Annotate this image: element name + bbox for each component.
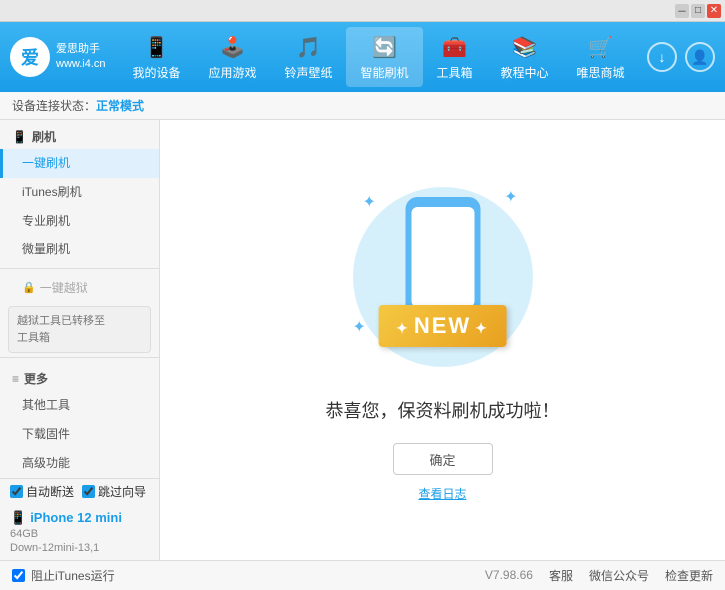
footer-itunes-label: 阻止iTunes运行 — [31, 567, 115, 584]
success-message: 恭喜您，保资料刷机成功啦！ — [326, 397, 560, 423]
sidebar-scroll: 📱 刷机 一键刷机 iTunes刷机 专业刷机 微量刷机 — [0, 120, 159, 478]
logo-area: 爱 爱思助手 www.i4.cn — [10, 37, 110, 77]
title-bar: － □ ✕ — [0, 0, 725, 22]
device-name: 📱 iPhone 12 mini — [10, 510, 149, 526]
ringtones-icon: 🎵 — [294, 33, 322, 61]
sidebar-section-flash: 📱 刷机 — [0, 120, 159, 149]
sparkle-2: ✦ — [504, 187, 517, 207]
lock-icon: 🔒 — [22, 281, 36, 294]
nav-my-device[interactable]: 📱 我的设备 — [118, 27, 194, 87]
minimize-button[interactable]: － — [675, 4, 689, 18]
nav-weisi-store-label: 唯思商城 — [577, 64, 625, 81]
logo-icon: 爱 — [10, 37, 50, 77]
logo-text: 爱思助手 www.i4.cn — [56, 42, 106, 73]
skip-wizard-checkbox[interactable] — [82, 485, 95, 498]
phone-screen — [411, 207, 474, 307]
header-right-buttons: ↓ 👤 — [647, 42, 715, 72]
sparkle-1: ✦ — [363, 192, 376, 212]
toolbox-icon: 🧰 — [441, 33, 469, 61]
sidebar-divider-2 — [0, 357, 159, 358]
main-content-outer: 📱 刷机 一键刷机 iTunes刷机 专业刷机 微量刷机 — [0, 120, 725, 560]
more-section-title: 更多 — [24, 370, 48, 387]
sidebar-item-one-key-flash[interactable]: 一键刷机 — [0, 149, 159, 178]
nav-tutorial[interactable]: 📚 教程中心 — [487, 27, 563, 87]
download-button[interactable]: ↓ — [647, 42, 677, 72]
phone-illustration: ✦ ✦ ✦ NEW — [343, 177, 543, 377]
checkbox-row: 自动断送 跳过向导 — [0, 478, 159, 504]
auto-send-checkbox[interactable] — [10, 485, 23, 498]
content-area: ✦ ✦ ✦ NEW 恭喜您，保资料刷机成功啦！ 确定 查看日志 — [160, 120, 725, 560]
nav-bar: 📱 我的设备 🕹️ 应用游戏 🎵 铃声壁纸 🔄 智能刷机 🧰 工具箱 📚 教程中… — [110, 27, 647, 87]
footer-version: V7.98.66 — [485, 568, 533, 582]
device-phone-icon: 📱 — [10, 510, 26, 526]
sidebar-item-save-flash[interactable]: 微量刷机 — [0, 235, 159, 264]
sidebar-notice-jailbreak: 越狱工具已转移至 工具箱 — [8, 306, 151, 353]
close-button[interactable]: ✕ — [707, 4, 721, 18]
footer-right: V7.98.66 客服 微信公众号 检查更新 — [485, 567, 713, 584]
sidebar: 📱 刷机 一键刷机 iTunes刷机 专业刷机 微量刷机 — [0, 120, 160, 560]
auto-send-checkbox-label[interactable]: 自动断送 — [10, 483, 74, 500]
nav-ringtones[interactable]: 🎵 铃声壁纸 — [270, 27, 346, 87]
smart-flash-icon: 🔄 — [370, 33, 398, 61]
confirm-button[interactable]: 确定 — [393, 443, 493, 475]
sidebar-item-pro-flash[interactable]: 专业刷机 — [0, 207, 159, 236]
restore-button[interactable]: □ — [691, 4, 705, 18]
tutorial-icon: 📚 — [511, 33, 539, 61]
status-prefix: 设备连接状态： — [12, 97, 96, 114]
footer-wechat-public[interactable]: 微信公众号 — [589, 567, 649, 584]
weisi-store-icon: 🛒 — [587, 33, 615, 61]
user-button[interactable]: 👤 — [685, 42, 715, 72]
status-value: 正常模式 — [96, 97, 144, 114]
footer-customer-service[interactable]: 客服 — [549, 567, 573, 584]
nav-apps-games-label: 应用游戏 — [208, 64, 256, 81]
skip-wizard-checkbox-label[interactable]: 跳过向导 — [82, 483, 146, 500]
sidebar-item-other-tools[interactable]: 其他工具 — [0, 391, 159, 420]
status-bar: 设备连接状态： 正常模式 — [0, 92, 725, 120]
device-model: Down-12mini-13,1 — [10, 542, 149, 554]
flash-section-title: 刷机 — [32, 128, 56, 145]
nav-toolbox-label: 工具箱 — [437, 64, 473, 81]
header: 爱 爱思助手 www.i4.cn 📱 我的设备 🕹️ 应用游戏 🎵 铃声壁纸 🔄… — [0, 22, 725, 92]
sidebar-section-jailbreak: 🔒 一键越狱 — [0, 273, 159, 302]
footer-check-update[interactable]: 检查更新 — [665, 567, 713, 584]
logo-line1: 爱思助手 — [56, 42, 106, 57]
nav-toolbox[interactable]: 🧰 工具箱 — [423, 27, 487, 87]
main-and-sidebar: 📱 刷机 一键刷机 iTunes刷机 专业刷机 微量刷机 — [0, 120, 725, 560]
sidebar-divider-1 — [0, 268, 159, 269]
more-section-icon: ≡ — [12, 372, 19, 386]
sidebar-item-download-firm[interactable]: 下载固件 — [0, 420, 159, 449]
apps-games-icon: 🕹️ — [218, 33, 246, 61]
sidebar-item-advanced[interactable]: 高级功能 — [0, 449, 159, 478]
sidebar-section-more: ≡ 更多 — [0, 362, 159, 391]
nav-ringtones-label: 铃声壁纸 — [284, 64, 332, 81]
nav-tutorial-label: 教程中心 — [501, 64, 549, 81]
nav-smart-flash[interactable]: 🔄 智能刷机 — [346, 27, 422, 87]
my-device-icon: 📱 — [142, 33, 170, 61]
nav-smart-flash-label: 智能刷机 — [360, 64, 408, 81]
device-storage: 64GB — [10, 528, 149, 540]
auto-send-label: 自动断送 — [26, 483, 74, 500]
footer: 阻止iTunes运行 V7.98.66 客服 微信公众号 检查更新 — [0, 560, 725, 590]
flash-section-icon: 📱 — [12, 130, 27, 144]
nav-weisi-store[interactable]: 🛒 唯思商城 — [563, 27, 639, 87]
sidebar-item-itunes-flash[interactable]: iTunes刷机 — [0, 178, 159, 207]
block-itunes-checkbox[interactable] — [12, 569, 25, 582]
history-link[interactable]: 查看日志 — [418, 485, 466, 502]
nav-apps-games[interactable]: 🕹️ 应用游戏 — [194, 27, 270, 87]
sparkle-3: ✦ — [353, 317, 366, 337]
skip-wizard-label: 跳过向导 — [98, 483, 146, 500]
new-badge: NEW — [378, 305, 507, 347]
footer-left: 阻止iTunes运行 — [12, 567, 115, 584]
nav-my-device-label: 我的设备 — [132, 64, 180, 81]
device-info: 📱 iPhone 12 mini 64GB Down-12mini-13,1 — [0, 504, 159, 560]
logo-line2: www.i4.cn — [56, 57, 106, 72]
